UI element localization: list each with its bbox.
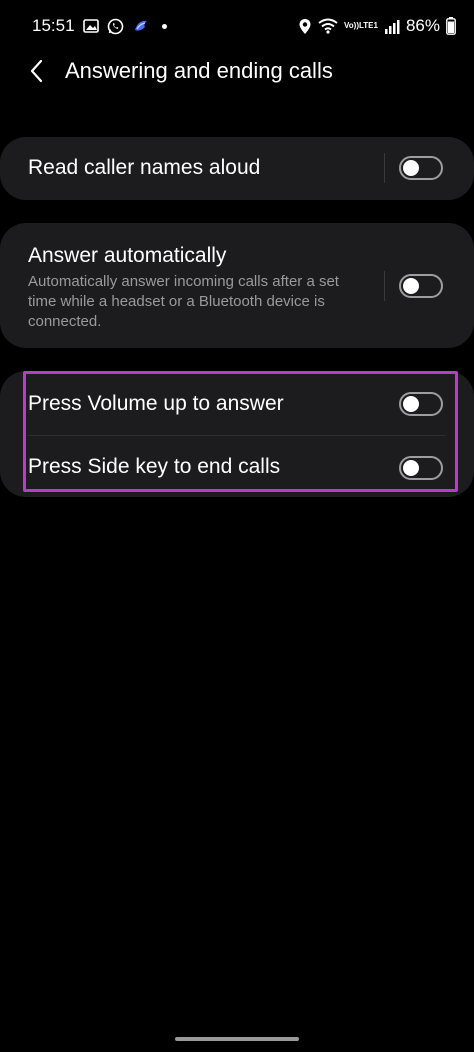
gesture-nav-handle[interactable] [175, 1037, 299, 1041]
wifi-icon [318, 18, 338, 34]
answer-automatically-card: Answer automatically Automatically answe… [0, 223, 474, 348]
status-bar: 15:51 Vo)) LTE1 86% [0, 0, 474, 52]
network-label: LTE1 [359, 21, 378, 30]
gallery-icon [82, 18, 99, 34]
signal-icon [384, 19, 400, 34]
answer-automatically-toggle[interactable] [399, 274, 443, 298]
volte-label: Vo)) [344, 21, 359, 30]
battery-percent: 86% [405, 16, 440, 35]
app-header: Answering and ending calls [0, 50, 474, 96]
chevron-left-icon [30, 59, 43, 83]
press-side-key-row[interactable]: Press Side key to end calls [0, 435, 474, 497]
row-vertical-divider [384, 153, 385, 183]
location-icon [298, 18, 312, 35]
toggle-knob [403, 460, 419, 476]
status-time: 15:51 [32, 16, 75, 35]
battery-icon [446, 17, 456, 35]
read-caller-names-toggle[interactable] [399, 156, 443, 180]
hardware-keys-card: Press Volume up to answer Press Side key… [0, 371, 474, 497]
notification-dot [161, 23, 167, 29]
status-bar-right: Vo)) LTE1 86% [298, 16, 456, 36]
read-caller-names-card: Read caller names aloud [0, 137, 474, 200]
status-bar-left: 15:51 [32, 16, 167, 36]
answer-automatically-description: Automatically answer incoming calls afte… [28, 273, 339, 330]
page-title: Answering and ending calls [65, 58, 333, 83]
read-caller-names-row[interactable]: Read caller names aloud [0, 137, 474, 200]
volte-indicator: Vo)) LTE1 [344, 22, 378, 30]
toggle-knob [403, 278, 419, 294]
toggle-knob [403, 396, 419, 412]
read-caller-names-label: Read caller names aloud [28, 156, 261, 179]
press-side-key-toggle[interactable] [399, 456, 443, 480]
press-volume-up-toggle[interactable] [399, 392, 443, 416]
whatsapp-icon [107, 18, 124, 35]
answer-automatically-row[interactable]: Answer automatically Automatically answe… [0, 223, 474, 348]
press-side-key-label: Press Side key to end calls [28, 455, 281, 478]
answering-calls-screen: 15:51 Vo)) LTE1 86% Answering and ending… [0, 0, 474, 1052]
row-vertical-divider [384, 271, 385, 301]
press-volume-up-row[interactable]: Press Volume up to answer [0, 371, 474, 435]
app-icon [132, 18, 150, 34]
toggle-knob [403, 160, 419, 176]
back-button[interactable] [22, 56, 52, 86]
answer-automatically-label: Answer automatically [28, 244, 227, 267]
press-volume-up-label: Press Volume up to answer [28, 392, 284, 415]
